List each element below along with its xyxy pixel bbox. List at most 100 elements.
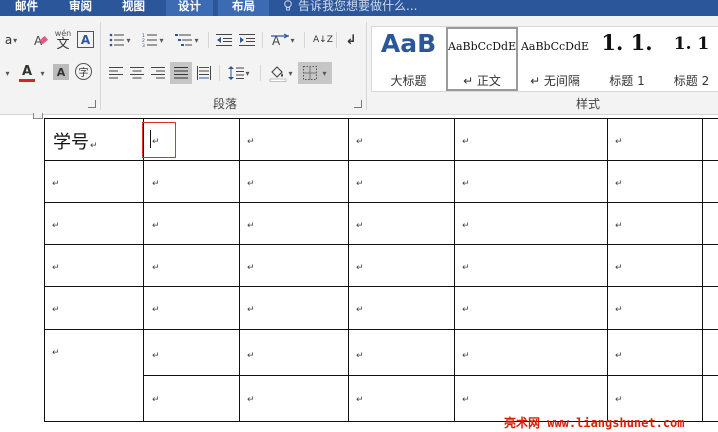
cell-end-mark: ↵ xyxy=(356,221,364,231)
style-heading-1-preview: 1. 1. xyxy=(601,30,653,55)
cell-end-mark: ↵ xyxy=(462,137,470,147)
table-border xyxy=(44,118,718,119)
borders-icon xyxy=(303,66,318,80)
cell-end-mark: ↵ xyxy=(152,221,160,231)
table-move-handle-icon[interactable] xyxy=(33,113,43,119)
style-heading-2-preview: 1. 1 xyxy=(673,34,710,54)
character-shading-button[interactable]: A xyxy=(53,64,69,80)
button-separator xyxy=(336,32,337,48)
cell-end-mark: ↵ xyxy=(52,179,60,189)
align-center-icon[interactable] xyxy=(127,63,147,83)
paragraph-group-label: 段落 xyxy=(213,97,238,111)
table-border xyxy=(702,118,703,422)
tab-review[interactable]: 审阅 xyxy=(69,0,92,16)
sort-icon: A↓Z xyxy=(313,35,333,45)
first-cell-text: 学号 xyxy=(53,132,89,153)
cell-end-mark: ↵ xyxy=(356,179,364,189)
style-heading-2[interactable]: 1. 1 标题 2 xyxy=(664,27,718,91)
styles-group-label: 样式 xyxy=(576,97,601,111)
cell-end-mark: ↵ xyxy=(462,395,470,405)
cell-end-mark: ↵ xyxy=(152,395,160,405)
cell-end-mark: ↵ xyxy=(247,221,255,231)
distributed-icon[interactable] xyxy=(194,63,214,83)
cell-end-mark: ↵ xyxy=(462,263,470,273)
numbering-icon: 123 xyxy=(142,33,158,47)
tab-view[interactable]: 视图 xyxy=(122,0,145,16)
clear-formatting-icon[interactable]: A xyxy=(31,30,51,50)
style-heading-2-name: 标题 2 xyxy=(673,74,710,88)
paragraph-dialog-launcher-icon[interactable] xyxy=(354,100,362,108)
table-cell-first[interactable]: 学号↵ xyxy=(53,128,98,154)
table-border xyxy=(44,286,718,287)
asian-layout-button[interactable]: A ▾ xyxy=(268,30,298,50)
tab-layout[interactable]: 布局 xyxy=(218,0,269,16)
cell-end-mark: ↵ xyxy=(52,221,60,231)
line-spacing-icon xyxy=(228,66,245,80)
cell-end-mark: ↵ xyxy=(462,179,470,189)
table-border xyxy=(607,118,608,422)
style-heading-1[interactable]: 1. 1. 标题 1 xyxy=(594,27,660,91)
cell-end-mark: ↵ xyxy=(615,137,623,147)
style-title[interactable]: AaB 大标题 xyxy=(372,27,445,91)
table-border xyxy=(44,118,45,422)
font-dialog-launcher-icon[interactable] xyxy=(88,100,96,108)
font-color-button[interactable]: A xyxy=(17,62,37,84)
borders-button[interactable]: ▾ xyxy=(298,62,332,84)
button-separator xyxy=(219,65,220,81)
shading-button[interactable]: ▾ xyxy=(266,62,296,84)
cell-end-mark: ↵ xyxy=(615,221,623,231)
text-caret xyxy=(150,130,151,148)
style-no-spacing[interactable]: AaBbCcDdE ↵ 无间隔 xyxy=(519,27,591,91)
button-separator xyxy=(208,32,209,48)
table-border xyxy=(44,329,718,330)
justify-icon[interactable] xyxy=(170,62,192,84)
tab-mailings[interactable]: 邮件 xyxy=(15,0,38,16)
cell-end-mark: ↵ xyxy=(247,351,255,361)
numbering-button[interactable]: 1 2 3 ▾ xyxy=(139,30,167,50)
bullets-button[interactable]: ▾ xyxy=(106,30,134,50)
ribbon: a ▾ A wén 文 A ▾ A ▾ A 字 ▾ 1 2 3 ▾ ▾ A ▾ A↓Z ↲ xyxy=(0,16,718,115)
tab-design[interactable]: 设计 xyxy=(166,0,213,16)
button-separator xyxy=(262,32,263,48)
highlight-dropdown[interactable]: ▾ xyxy=(0,63,14,83)
cell-end-mark: ↵ xyxy=(356,395,364,405)
cell-end-mark: ↵ xyxy=(52,263,60,273)
enclose-characters-button[interactable]: 字 xyxy=(75,63,92,80)
style-heading-1-name: 标题 1 xyxy=(609,74,645,88)
phonetic-guide-button[interactable]: wén 文 xyxy=(53,28,73,52)
tell-me-box[interactable]: 告诉我您想要做什么... xyxy=(283,0,417,16)
style-no-spacing-preview: AaBbCcDdE xyxy=(520,40,590,53)
change-case-button[interactable]: a ▾ xyxy=(0,30,22,50)
character-border-button[interactable]: A xyxy=(77,31,94,48)
document-page[interactable]: 学号↵ ↵ ↵ ↵ ↵ ↵ ↵ ↵ ↵ ↵ ↵ ↵ ↵ ↵ ↵ ↵ ↵ ↵ ↵ … xyxy=(0,113,718,432)
table-border xyxy=(44,202,718,203)
cell-end-mark: ↵ xyxy=(52,305,60,315)
table-border xyxy=(44,160,718,161)
ribbon-tab-bar: 邮件 审阅 视图 设计 布局 告诉我您想要做什么... xyxy=(0,0,718,16)
table-border xyxy=(454,118,455,422)
cell-end-mark: ↵ xyxy=(356,351,364,361)
align-left-icon[interactable] xyxy=(106,63,126,83)
table-border xyxy=(143,375,718,376)
table-border xyxy=(348,118,349,422)
group-separator xyxy=(366,22,367,110)
phonetic-guide-char: 文 xyxy=(56,36,70,52)
decrease-indent-icon[interactable] xyxy=(214,30,234,50)
sort-button[interactable]: A↓Z xyxy=(309,30,333,50)
line-spacing-button[interactable]: ▾ xyxy=(224,63,254,83)
font-color-dropdown[interactable]: ▾ xyxy=(37,63,47,83)
lightbulb-icon xyxy=(284,0,292,11)
style-normal[interactable]: AaBbCcDdE ↵ 正文 xyxy=(446,27,518,91)
align-right-icon[interactable] xyxy=(148,63,168,83)
multilevel-list-button[interactable]: ▾ xyxy=(172,30,202,50)
show-marks-button[interactable]: ↲ xyxy=(341,30,361,50)
cell-end-mark: ↵ xyxy=(152,263,160,273)
watermark-text: 亮术网 www.liangshunet.com xyxy=(504,416,685,430)
increase-indent-icon[interactable] xyxy=(237,30,257,50)
cell-end-mark: ↵ xyxy=(247,179,255,189)
cell-end-mark: ↵ xyxy=(615,351,623,361)
cell-end-mark: ↵ xyxy=(356,137,364,147)
style-title-preview: AaB xyxy=(380,29,437,58)
button-separator xyxy=(304,32,305,48)
cell-end-mark: ↵ xyxy=(247,137,255,147)
